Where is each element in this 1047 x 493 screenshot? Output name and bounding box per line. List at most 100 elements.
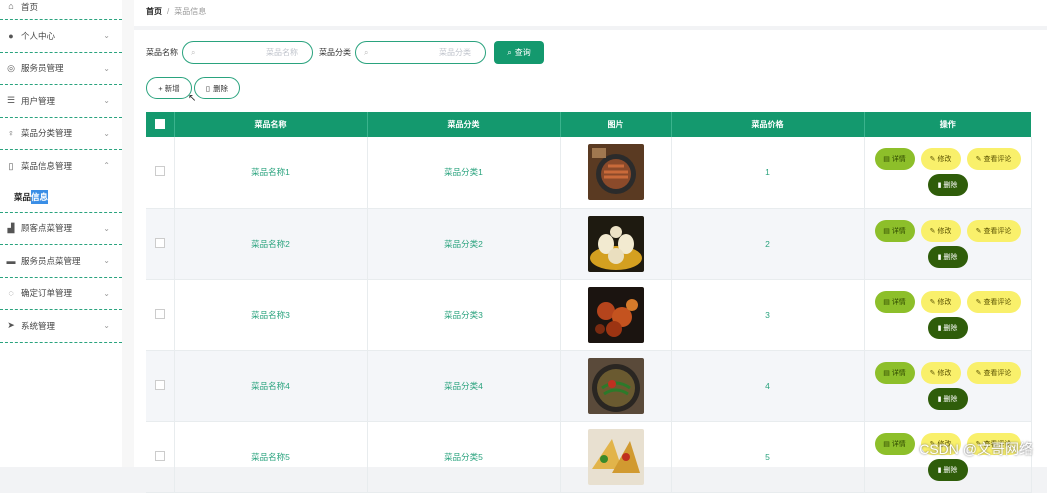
edit-button-label: 修改 [937, 298, 952, 306]
sidebar-subitem-dish-info[interactable]: 菜品 信息 [0, 183, 122, 213]
row-checkbox[interactable] [154, 237, 165, 248]
pencil-icon: ✎ [929, 156, 936, 164]
chart-icon: ▟ [7, 222, 15, 233]
row-select-cell[interactable] [146, 137, 175, 209]
trash-icon: ▮ [937, 182, 942, 190]
trash-icon: ▯ [205, 83, 211, 93]
home-icon: ⌂ [8, 1, 14, 11]
view-reviews-button[interactable]: ✎ 查看评论 [966, 361, 1021, 384]
detail-button-label: 详情 [891, 227, 906, 235]
briefcase-icon: ▬ [6, 255, 16, 266]
sidebar-item-dish-info-management[interactable]: ▯ 菜品信息管理 ⌃ [0, 150, 122, 183]
select-all-header[interactable] [146, 112, 175, 137]
microphone-icon: ♀ [7, 128, 15, 139]
dish-category-field-wrapper: ⌕ [355, 41, 486, 64]
breadcrumb-home[interactable]: 首页 [146, 7, 162, 16]
mouse-cursor-icon: ↖ [188, 93, 197, 104]
sidebar-item-label: 服务员点菜管理 [21, 255, 81, 266]
sidebar-item-user-management[interactable]: ☰ 用户管理 ⌄ [0, 85, 122, 118]
dish-image-cell [560, 421, 672, 493]
row-actions: ▤ 详情 ✎ 修改 ✎ 查看评论 ▮ 删除 [873, 219, 1023, 268]
detail-button-label: 详情 [891, 369, 906, 377]
row-select-cell[interactable] [146, 208, 175, 280]
row-delete-button[interactable]: ▮ 删除 [927, 387, 968, 410]
sidebar-item-label: 系统管理 [21, 320, 56, 331]
detail-button[interactable]: ▤ 详情 [874, 361, 915, 384]
watermark: CSDN @文哥网络 [919, 441, 1033, 457]
add-button[interactable]: + 新增 [146, 77, 192, 99]
dish-category-input[interactable] [368, 48, 477, 57]
trash-icon: ▮ [937, 395, 942, 403]
row-select-cell[interactable] [146, 350, 175, 422]
dish-name-field-wrapper: ⌕ [182, 41, 313, 64]
edit-button-label: 修改 [937, 227, 952, 235]
user-icon: ● [8, 30, 14, 41]
chevron-down-icon: ⌄ [103, 288, 110, 298]
edit-button[interactable]: ✎ 修改 [920, 148, 961, 171]
table-row: 菜品名称5 菜品分类5 5 ▤ 详情 ✎ 修改 ✎ 查看评论 ▮ 删除 [146, 421, 1032, 493]
view-reviews-button-label: 查看评论 [983, 298, 1012, 306]
operations-cell: ▤ 详情 ✎ 修改 ✎ 查看评论 ▮ 删除 [864, 279, 1032, 351]
view-reviews-button[interactable]: ✎ 查看评论 [966, 219, 1021, 242]
view-reviews-button-label: 查看评论 [983, 227, 1012, 235]
query-button-label: 查询 [514, 48, 531, 57]
pencil-icon: ✎ [975, 369, 982, 377]
row-delete-button[interactable]: ▮ 删除 [927, 174, 968, 197]
delete-button[interactable]: ▯ 删除 [194, 77, 240, 99]
list-icon: ☰ [6, 95, 16, 106]
row-delete-button-label: 删除 [943, 395, 958, 403]
chevron-down-icon: ⌄ [103, 96, 110, 105]
chevron-up-icon: ⌃ [103, 161, 110, 170]
view-reviews-button[interactable]: ✎ 查看评论 [966, 290, 1021, 313]
view-reviews-button[interactable]: ✎ 查看评论 [966, 148, 1021, 171]
dish-category-label: 菜品分类 [319, 48, 351, 57]
select-all-checkbox[interactable] [154, 118, 165, 129]
detail-button-label: 详情 [891, 156, 906, 164]
row-checkbox[interactable] [154, 379, 165, 390]
sidebar-item-system-management[interactable]: ➤ 系统管理 ⌄ [0, 310, 122, 343]
detail-button[interactable]: ▤ 详情 [874, 148, 915, 171]
detail-button[interactable]: ▤ 详情 [874, 290, 915, 313]
edit-button[interactable]: ✎ 修改 [920, 361, 961, 384]
sidebar-item-home[interactable]: ⌂ 首页 [0, 0, 122, 20]
detail-button[interactable]: ▤ 详情 [874, 432, 915, 455]
edit-button-label: 修改 [937, 156, 952, 164]
main-content: 首页 / 菜品信息 菜品名称 ⌕ 菜品分类 ⌕ ⌕ 查询 + 新增 ▯ 删除 ↖ [134, 0, 1047, 493]
document-icon: ▤ [883, 369, 890, 377]
row-delete-button[interactable]: ▮ 删除 [927, 316, 968, 339]
row-delete-button[interactable]: ▮ 删除 [927, 458, 968, 481]
sidebar-item-personal-center[interactable]: ● 个人中心 ⌄ [0, 20, 122, 53]
table-row: 菜品名称3 菜品分类3 3 ▤ 详情 ✎ 修改 ✎ 查看评论 ▮ 删除 [146, 279, 1032, 351]
table-row: 菜品名称1 菜品分类1 1 ▤ 详情 ✎ 修改 ✎ 查看评论 ▮ 删除 [146, 137, 1032, 209]
dish-image [587, 428, 644, 485]
row-checkbox[interactable] [154, 308, 165, 319]
sidebar-item-waiter-order-management[interactable]: ▬ 服务员点菜管理 ⌄ [0, 245, 122, 278]
dish-image [587, 357, 644, 414]
sidebar-item-label: 服务员管理 [21, 63, 64, 74]
sidebar-item-customer-order-management[interactable]: ▟ 顾客点菜管理 ⌄ [0, 213, 122, 245]
row-checkbox[interactable] [154, 450, 165, 461]
row-delete-button[interactable]: ▮ 删除 [927, 245, 968, 268]
row-select-cell[interactable] [146, 279, 175, 351]
pencil-icon: ✎ [929, 298, 936, 306]
detail-button[interactable]: ▤ 详情 [874, 219, 915, 242]
dish-category-cell: 菜品分类4 [367, 350, 561, 422]
dish-image-cell [560, 279, 672, 351]
sidebar-item-waiter-management[interactable]: ◎ 服务员管理 ⌄ [0, 53, 122, 85]
sidebar-item-dish-category-management[interactable]: ♀ 菜品分类管理 ⌄ [0, 118, 122, 150]
query-button[interactable]: ⌕ 查询 [494, 41, 544, 64]
dish-name-input[interactable] [195, 48, 304, 57]
chevron-down-icon: ⌄ [103, 128, 110, 138]
sidebar-item-confirm-order-management[interactable]: ◌ 确定订单管理 ⌄ [0, 278, 122, 310]
dish-image [587, 144, 644, 201]
edit-button[interactable]: ✎ 修改 [920, 219, 961, 242]
row-checkbox[interactable] [154, 166, 165, 177]
row-actions: ▤ 详情 ✎ 修改 ✎ 查看评论 ▮ 删除 [873, 290, 1023, 339]
dish-name-cell: 菜品名称3 [174, 279, 368, 351]
pencil-icon: ✎ [929, 369, 936, 377]
sidebar-scrollbar[interactable] [122, 0, 134, 467]
row-select-cell[interactable] [146, 421, 175, 493]
breadcrumb-separator: / [167, 7, 170, 16]
column-header: 图片 [560, 112, 672, 137]
edit-button[interactable]: ✎ 修改 [920, 290, 961, 313]
